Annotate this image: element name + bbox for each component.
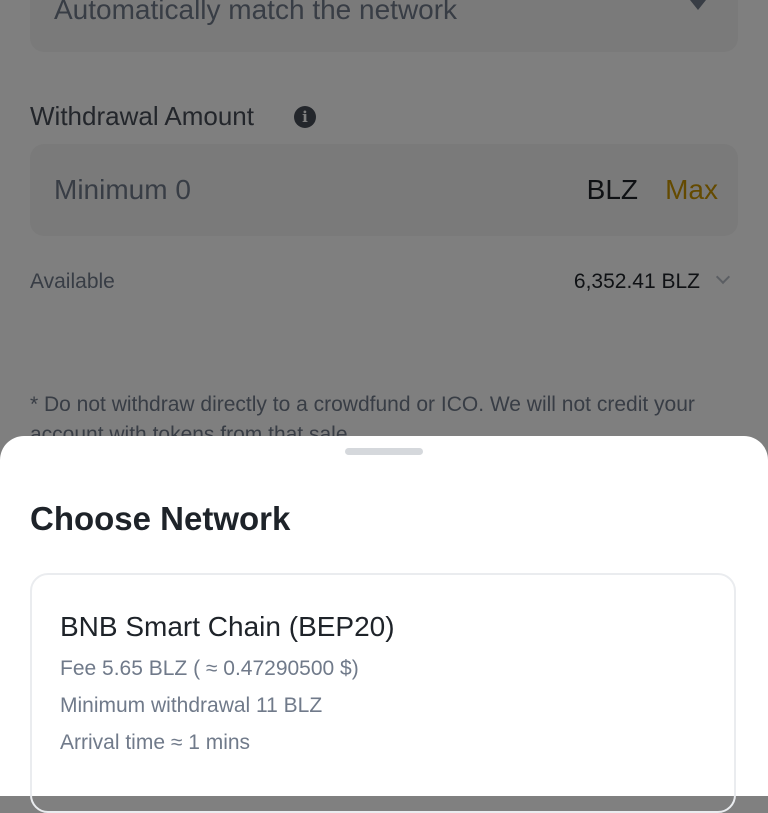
network-option-bep20[interactable]: BNB Smart Chain (BEP20) Fee 5.65 BLZ ( ≈… <box>30 573 736 813</box>
network-fee: Fee 5.65 BLZ ( ≈ 0.47290500 $) <box>60 657 359 680</box>
choose-network-sheet: Choose Network BNB Smart Chain (BEP20) F… <box>0 436 768 813</box>
network-min-withdrawal: Minimum withdrawal 11 BLZ <box>60 694 323 717</box>
sheet-title: Choose Network <box>30 500 291 537</box>
network-name: BNB Smart Chain (BEP20) <box>60 611 395 642</box>
network-arrival-time: Arrival time ≈ 1 mins <box>60 731 251 754</box>
sheet-drag-handle[interactable] <box>345 448 423 455</box>
